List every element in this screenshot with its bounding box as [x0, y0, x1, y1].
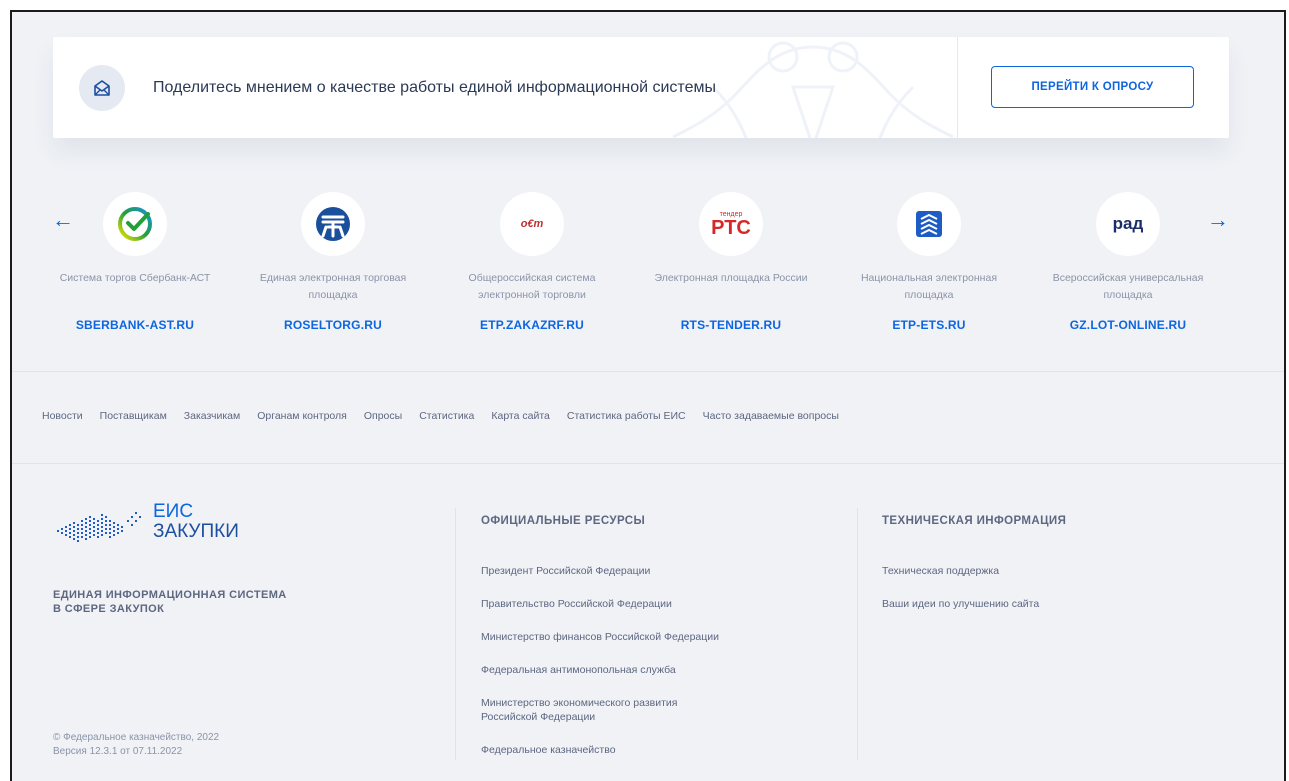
survey-banner: Поделитесь мнением о качестве работы еди…: [53, 37, 1229, 138]
nav-link-sitemap[interactable]: Карта сайта: [491, 410, 550, 422]
platform-description: Всероссийская универсальная площадка: [1052, 272, 1204, 301]
technical-info-list: Техническая поддержка Ваши идеи по улучш…: [882, 564, 1142, 630]
platform-link-sberbank[interactable]: SBERBANK-AST.RU: [45, 318, 225, 332]
russia-map-dots-icon: [57, 512, 141, 542]
nav-link-news[interactable]: Новости: [42, 410, 83, 422]
section-divider: [12, 463, 1284, 464]
platform-link-roseltorg[interactable]: ROSELTORG.RU: [243, 318, 423, 332]
platform-description: Электронная площадка России: [654, 272, 808, 284]
rts-logo[interactable]: тендер РТС: [699, 192, 763, 256]
copyright-text: © Федеральное казначейство, 2022: [53, 732, 220, 743]
official-link-fas[interactable]: Федеральная антимонопольная служба: [481, 663, 741, 677]
platform-description: Система торгов Сбербанк-АСТ: [59, 272, 211, 284]
rad-logo[interactable]: рад: [1096, 192, 1160, 256]
platform-item-lot-online: рад Всероссийская универсальная площадка…: [1038, 192, 1218, 332]
ets-logo[interactable]: [897, 192, 961, 256]
banner-divider: [957, 37, 958, 138]
go-to-survey-button[interactable]: ПЕРЕЙТИ К ОПРОСУ: [991, 66, 1194, 108]
version-text: Версия 12.3.1 от 07.11.2022: [53, 746, 183, 757]
rad-logo-text: рад: [1112, 214, 1144, 233]
survey-banner-text: Поделитесь мнением о качестве работы еди…: [153, 79, 716, 96]
platform-link-rts[interactable]: RTS-TENDER.RU: [641, 318, 821, 332]
nav-link-statistics[interactable]: Статистика: [419, 410, 474, 422]
brand-full-name: ЕДИНАЯ ИНФОРМАЦИОННАЯ СИСТЕМА В СФЕРЕ ЗА…: [53, 588, 353, 616]
page-footer-area: Поделитесь мнением о качестве работы еди…: [10, 10, 1286, 781]
platform-link-ets[interactable]: ETP-ETS.RU: [839, 318, 1019, 332]
nav-link-suppliers[interactable]: Поставщикам: [100, 410, 167, 422]
official-link-government[interactable]: Правительство Российской Федерации: [481, 597, 741, 611]
platform-item-ets: Национальная электронная площадка ETP-ET…: [839, 192, 1019, 332]
official-resources-title: ОФИЦИАЛЬНЫЕ РЕСУРСЫ: [481, 515, 646, 527]
zakazrf-logo[interactable]: о€т: [500, 192, 564, 256]
nav-link-faq[interactable]: Часто задаваемые вопросы: [703, 410, 839, 422]
platform-description: Единая электронная торговая площадка: [259, 272, 407, 301]
platform-item-rts: тендер РТС Электронная площадка России R…: [641, 192, 821, 332]
column-divider: [455, 508, 456, 760]
official-resources-list: Президент Российской Федерации Правитель…: [481, 564, 741, 776]
platform-link-lot-online[interactable]: GZ.LOT-ONLINE.RU: [1038, 318, 1218, 332]
platform-item-roseltorg: Единая электронная торговая площадка ROS…: [243, 192, 423, 332]
sberbank-logo[interactable]: [103, 192, 167, 256]
envelope-icon: [79, 65, 125, 111]
roseltorg-logo[interactable]: [301, 192, 365, 256]
platform-description: Национальная электронная площадка: [860, 272, 998, 301]
nav-link-eis-statistics[interactable]: Статистика работы ЕИС: [567, 410, 686, 422]
tech-link-support[interactable]: Техническая поддержка: [882, 564, 1142, 578]
brand-zakupki-text: ЗАКУПКИ: [153, 521, 239, 542]
platform-item-sberbank: Система торгов Сбербанк-АСТ SBERBANK-AST…: [45, 192, 225, 332]
brand-text: ЕИС ЗАКУПКИ: [153, 502, 239, 543]
technical-info-title: ТЕХНИЧЕСКАЯ ИНФОРМАЦИЯ: [882, 515, 1067, 527]
footer-nav: Новости Поставщикам Заказчикам Органам к…: [42, 410, 856, 422]
rts-logo-text: РТС: [711, 216, 751, 239]
brand-full-name-line1: ЕДИНАЯ ИНФОРМАЦИОННАЯ СИСТЕМА: [53, 589, 287, 601]
brand-full-name-line2: В СФЕРЕ ЗАКУПОК: [53, 603, 165, 615]
section-divider: [12, 371, 1284, 372]
nav-link-surveys[interactable]: Опросы: [364, 410, 402, 422]
eis-brand-logo[interactable]: ЕИС ЗАКУПКИ: [53, 502, 239, 555]
official-link-economy[interactable]: Министерство экономического развития Рос…: [481, 696, 721, 724]
platform-link-zakazrf[interactable]: ETP.ZAKAZRF.RU: [442, 318, 622, 332]
platform-description: Общероссийская система электронной торго…: [468, 272, 596, 301]
platform-item-zakazrf: о€т Общероссийская система электронной т…: [442, 192, 622, 332]
zakazrf-logo-text: о€т: [520, 218, 544, 230]
official-link-president[interactable]: Президент Российской Федерации: [481, 564, 741, 578]
tech-link-ideas[interactable]: Ваши идеи по улучшению сайта: [882, 597, 1142, 611]
brand-eis-text: ЕИС: [153, 501, 194, 522]
official-link-treasury[interactable]: Федеральное казначейство: [481, 743, 741, 757]
nav-link-control-bodies[interactable]: Органам контроля: [257, 410, 347, 422]
column-divider: [857, 508, 858, 760]
nav-link-customers[interactable]: Заказчикам: [184, 410, 240, 422]
official-link-minfin[interactable]: Министерство финансов Российской Федерац…: [481, 630, 741, 644]
copyright: © Федеральное казначейство, 2022 Версия …: [53, 731, 219, 759]
